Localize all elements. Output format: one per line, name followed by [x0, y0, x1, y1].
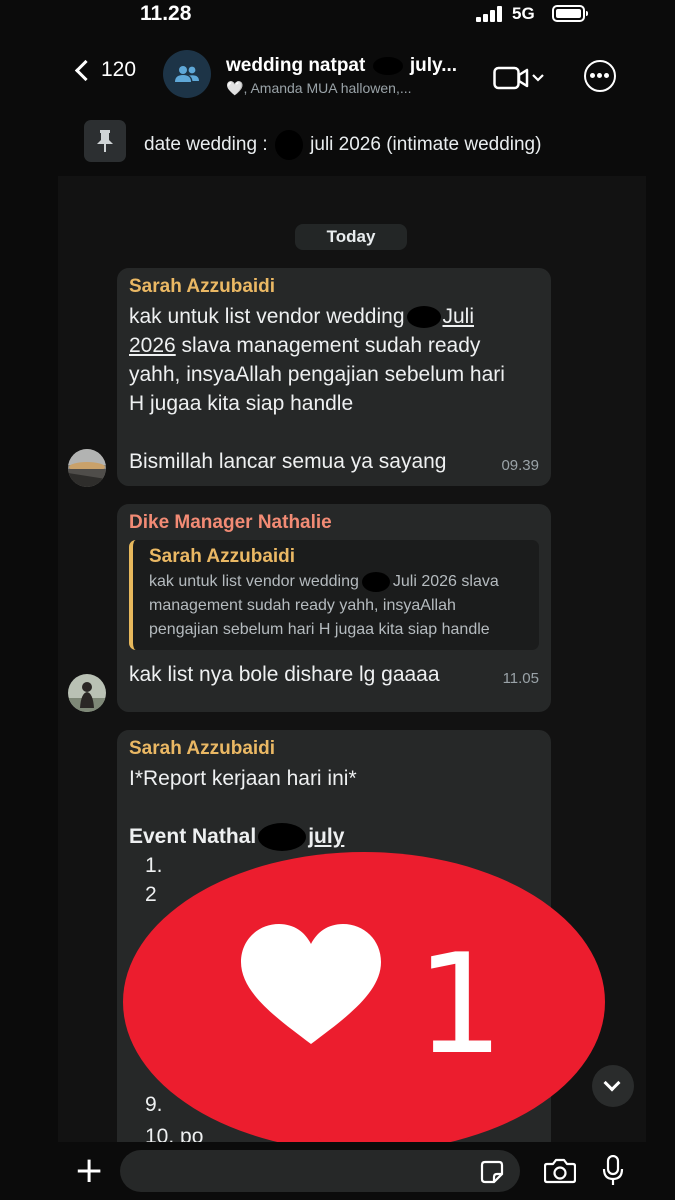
like-count: 1 [416, 924, 504, 1085]
redaction-mark [258, 823, 307, 852]
sender-name: Sarah Azzubaidi [129, 276, 276, 297]
group-avatar[interactable] [163, 50, 211, 98]
like-notification [123, 852, 605, 1178]
signal-icon [476, 6, 506, 22]
quoted-reply[interactable]: Sarah Azzubaidi kak untuk list vendor we… [129, 540, 539, 650]
redaction-mark [274, 130, 303, 160]
message-time: 11.05 [502, 670, 539, 687]
redaction-mark [372, 56, 403, 75]
chevron-left-icon [74, 59, 97, 81]
sender-name: Dike Manager Nathalie [129, 512, 332, 533]
status-time: 11.28 [140, 2, 192, 25]
avatar[interactable] [68, 449, 106, 487]
message-input[interactable] [120, 1150, 520, 1192]
chat-subtitle: 🤍, Amanda MUA hallowen,... [226, 80, 412, 96]
chat-title[interactable]: wedding natpat july... [226, 55, 457, 77]
video-camera-icon [493, 66, 544, 90]
sticker-icon[interactable] [480, 1160, 504, 1184]
pin-icon-box [84, 120, 126, 162]
chat-header: 120 wedding natpat july... 🤍, Amanda MUA… [0, 36, 675, 116]
message-bubble[interactable]: Dike Manager Nathalie Sarah Azzubaidi ka… [117, 504, 551, 712]
chevron-down-icon [603, 1074, 621, 1092]
unread-count: 120 [101, 58, 137, 81]
date-link[interactable]: 2026 [129, 334, 176, 357]
avatar[interactable] [68, 674, 106, 712]
redaction-mark [361, 571, 390, 592]
heart-emoji: 🤍 [226, 80, 244, 96]
battery-icon [552, 5, 588, 22]
input-bar: + [0, 1142, 675, 1200]
more-options-icon[interactable] [584, 60, 616, 92]
date-separator: Today [295, 224, 407, 250]
camera-icon[interactable] [544, 1158, 576, 1184]
microphone-icon[interactable] [602, 1155, 624, 1187]
pinned-text: date wedding : juli 2026 (intimate weddi… [144, 130, 541, 160]
message-bubble[interactable]: Sarah Azzubaidi kak untuk list vendor we… [117, 268, 551, 486]
pin-icon [97, 130, 113, 152]
redaction-mark [406, 306, 441, 329]
video-call-button[interactable] [493, 66, 547, 95]
message-text: kak untuk list vendor wedding Juli [129, 305, 475, 329]
status-bar: 11.28 5G [0, 0, 675, 30]
scroll-down-button[interactable] [592, 1065, 634, 1107]
group-icon [175, 66, 199, 82]
network-label: 5G [512, 4, 535, 23]
message-text: kak list nya bole dishare lg gaaaa [129, 663, 440, 686]
sender-name: Sarah Azzubaidi [129, 738, 276, 759]
pinned-message-bar[interactable]: date wedding : juli 2026 (intimate weddi… [0, 116, 675, 174]
message-time: 09.39 [501, 457, 539, 474]
attach-plus-button[interactable]: + [74, 1153, 104, 1189]
back-button[interactable]: 120 [72, 58, 136, 82]
